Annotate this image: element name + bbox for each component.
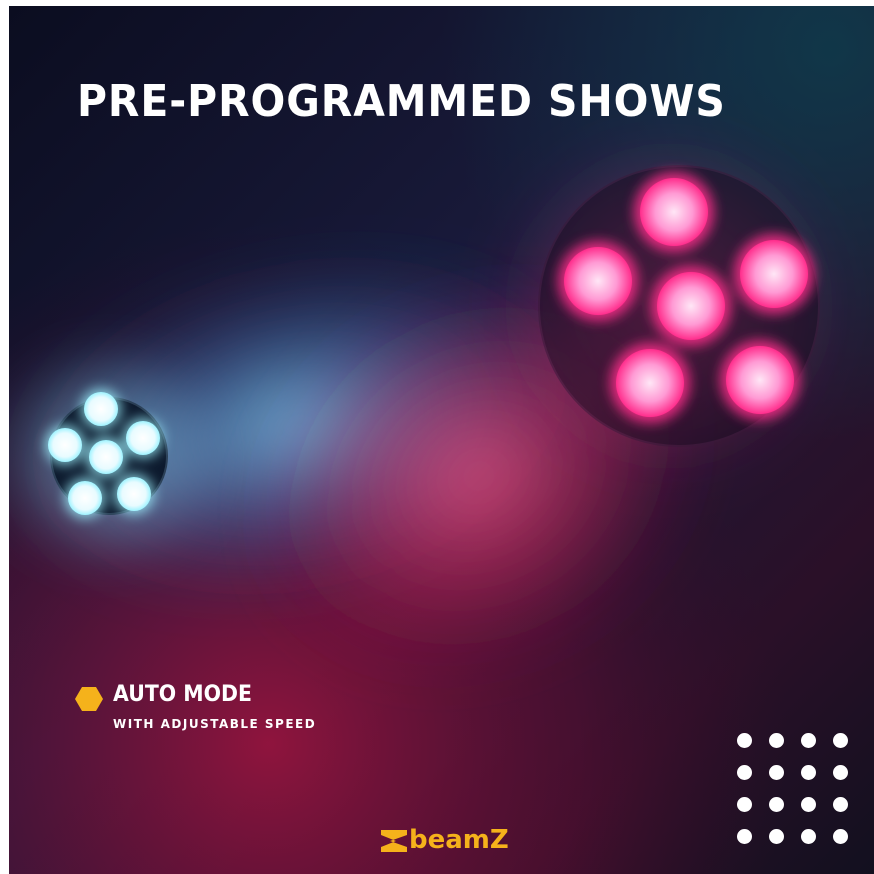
feature-subtitle: WITH ADJUSTABLE SPEED [113, 717, 317, 731]
led [126, 421, 160, 455]
beamz-logo-mark-icon [381, 830, 407, 852]
led [117, 477, 151, 511]
large-led-fixture [538, 165, 820, 447]
led [84, 392, 118, 426]
led [740, 240, 808, 308]
led [657, 272, 725, 340]
image-panel: PRE-PROGRAMMED SHOWS AUTO MODE WITH ADJU… [9, 6, 874, 874]
led [68, 481, 102, 515]
feature-title: AUTO MODE [113, 682, 253, 707]
brand-name: beamZ [409, 825, 509, 855]
led [48, 428, 82, 462]
decorative-dot-grid [737, 733, 867, 863]
led [726, 346, 794, 414]
led [640, 178, 708, 246]
led [616, 349, 684, 417]
led [564, 247, 632, 315]
product-image: PRE-PROGRAMMED SHOWS AUTO MODE WITH ADJU… [0, 0, 874, 874]
headline: PRE-PROGRAMMED SHOWS [77, 76, 726, 127]
led [89, 440, 123, 474]
hexagon-icon [75, 687, 103, 711]
